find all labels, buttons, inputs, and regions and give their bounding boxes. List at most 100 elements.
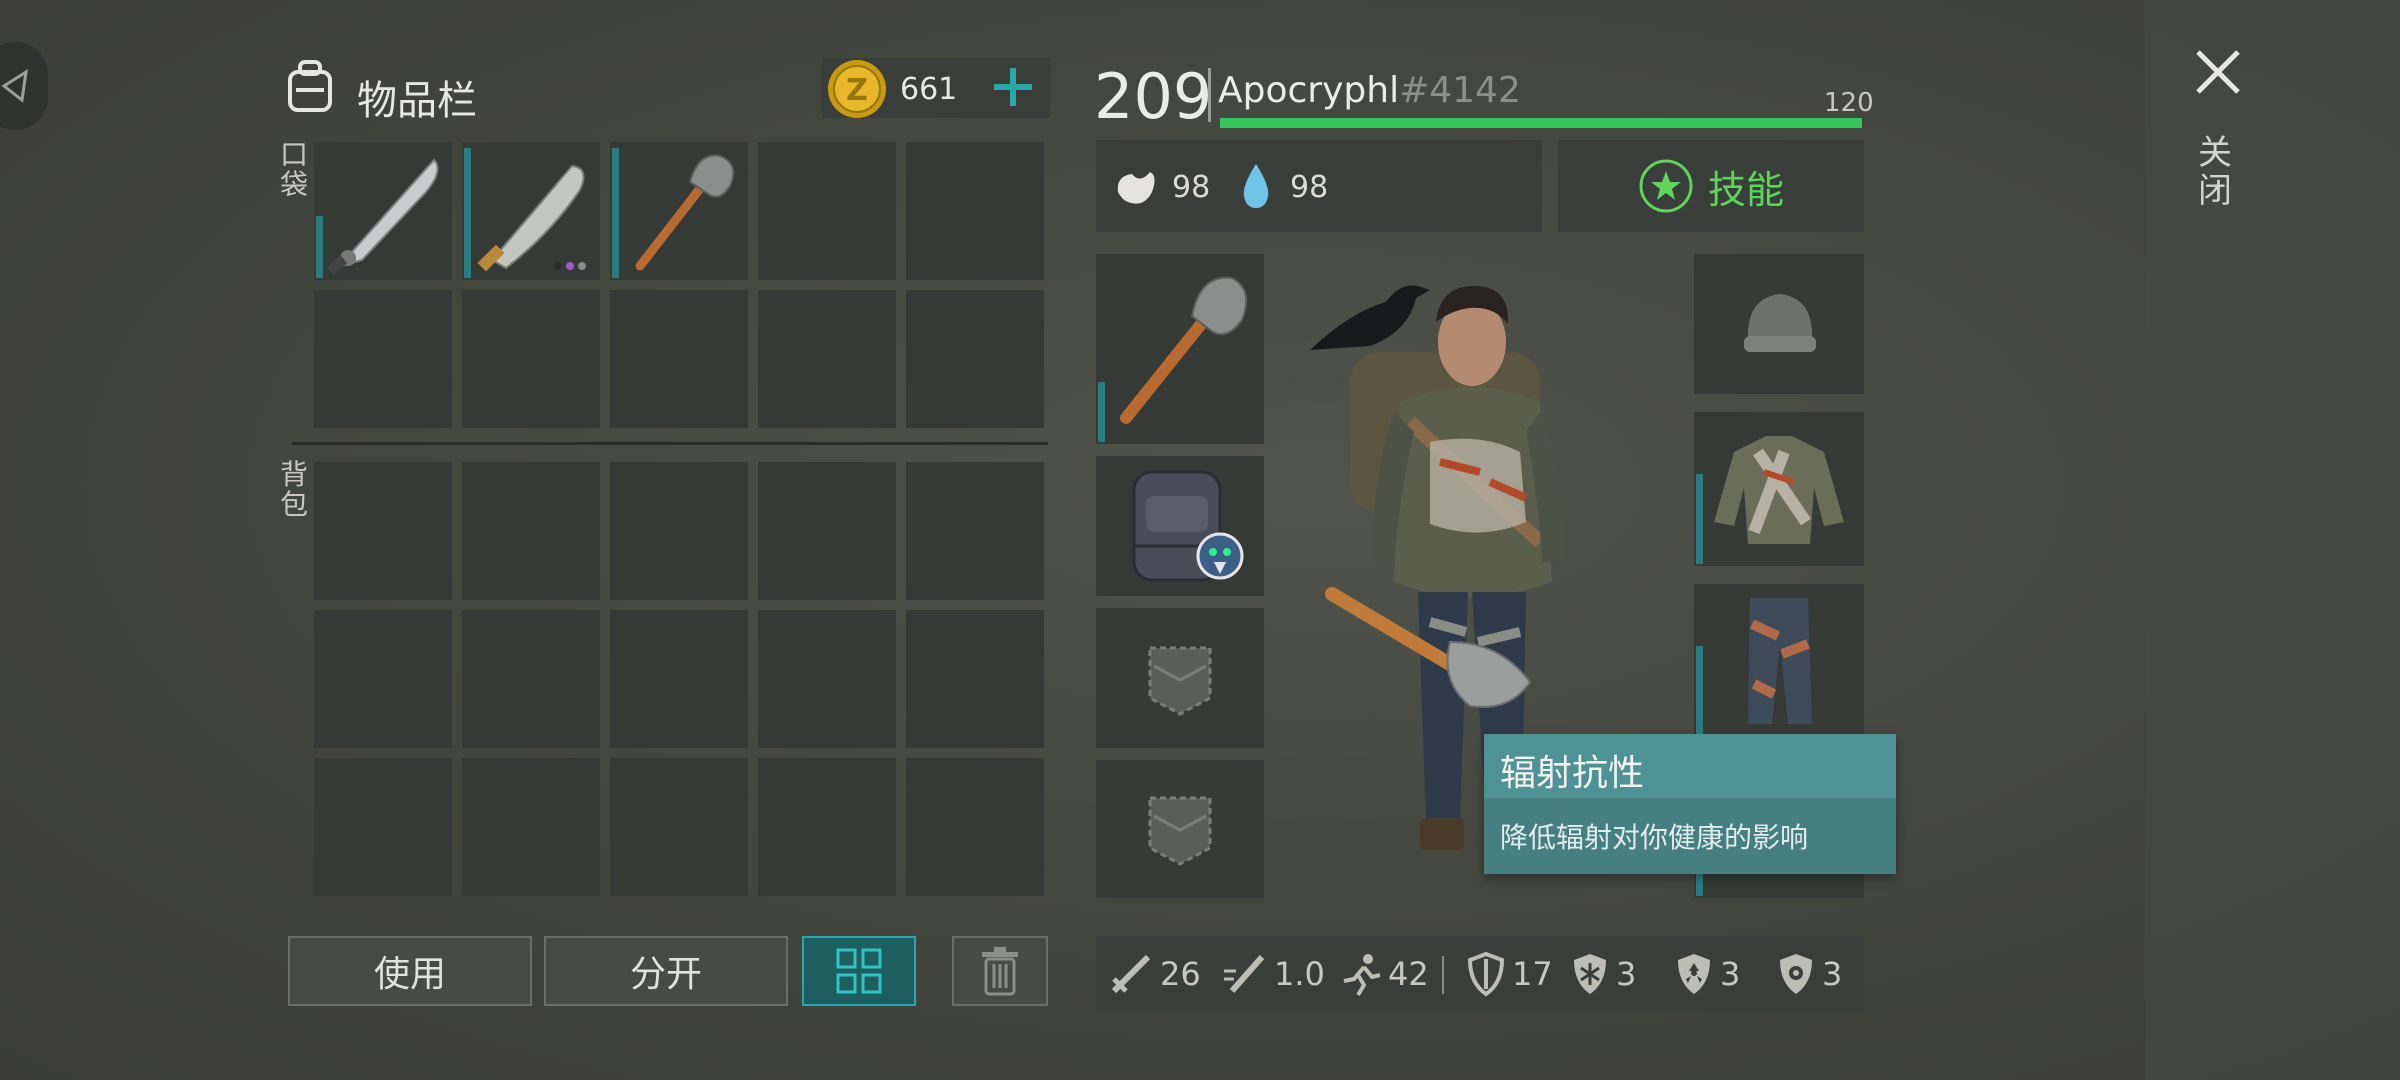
water-drop-icon [1238,160,1274,212]
pocket-slot[interactable] [906,142,1044,280]
player-name-line: Apocryphl#4142 [1218,70,1521,111]
level-divider [1208,68,1211,122]
tooltip: 辐射抗性 降低辐射对你健康的影响 [1484,734,1896,874]
backpack-slot[interactable] [314,758,452,896]
weapon-slot[interactable] [1096,254,1264,444]
pocket-slot[interactable] [314,142,452,280]
stats-divider [1442,956,1444,994]
attack-speed-stat: 1.0 [1222,946,1325,1002]
close-label: 关闭 [2198,133,2232,211]
pocket-slot[interactable] [314,290,452,428]
player-name: Apocryphl [1218,70,1400,111]
shovel-icon [1120,276,1248,424]
use-button[interactable]: 使用 [288,936,532,1006]
backpack-slot[interactable] [758,758,896,896]
skills-label: 技能 [1707,167,1784,212]
cold-resist-value: 3 [1616,955,1637,993]
backpack-slot[interactable] [906,758,1044,896]
radiation-shield-icon [1678,954,1710,994]
pockets-label: 口袋 [280,138,309,201]
head-slot[interactable] [1694,254,1864,394]
pocket-equip-slot[interactable] [1096,760,1264,898]
shield-icon [1467,951,1505,997]
snowflake-shield-icon [1574,954,1606,994]
pocket-icon [1148,646,1212,716]
right-side-strip [2145,0,2400,1080]
backpack-slot[interactable] [314,610,452,748]
backpack-slot[interactable] [462,610,600,748]
speed-stat: 42 [1336,946,1429,1002]
tooltip-description: 降低辐射对你健康的影响 [1484,798,1896,874]
damage-value: 26 [1160,955,1201,993]
backpack-slot[interactable] [462,758,600,896]
running-icon [1343,954,1381,997]
star-icon [1639,159,1693,213]
backpack-equip-slot[interactable] [1096,456,1264,596]
machete-icon [326,158,439,275]
backpack-icon [280,56,340,116]
torso-slot[interactable] [1694,412,1864,566]
xp-bar-track [1220,118,1862,128]
hunger-value: 98 [1172,170,1211,205]
tooltip-title: 辐射抗性 [1484,734,1896,798]
infection-resist-value: 3 [1822,955,1843,993]
delete-button[interactable] [952,936,1048,1006]
backpack-slot[interactable] [906,462,1044,600]
pocket-slot[interactable] [462,290,600,428]
shovel-icon [635,154,735,271]
backpack-slot[interactable] [314,462,452,600]
plus-icon [994,68,1032,106]
pocket-equip-slot[interactable] [1096,608,1264,748]
radiation-resist-value: 3 [1720,955,1741,993]
attack-speed-value: 1.0 [1274,955,1325,993]
tactical-backpack-icon [1132,470,1244,582]
radiation-resist-stat: 3 [1674,946,1740,1002]
cleaver-icon [477,164,586,272]
backpack-slot[interactable] [610,462,748,600]
sword-icon [1111,954,1151,994]
backpack-slot[interactable] [906,610,1044,748]
backpack-slot[interactable] [462,462,600,600]
trash-icon [982,947,1018,996]
armor-stat: 17 [1466,946,1553,1002]
cold-resist-stat: 3 [1570,946,1636,1002]
backpack-slot[interactable] [610,758,748,896]
split-button[interactable]: 分开 [544,936,788,1006]
add-coins-button[interactable] [990,64,1036,110]
backpack-slot[interactable] [610,610,748,748]
xp-bar-fill [1220,118,1862,128]
sort-grid-button[interactable] [802,936,916,1006]
close-icon [2196,50,2240,94]
pocket-slot[interactable] [758,290,896,428]
backpack-label: 背包 [280,458,309,521]
thirst-value: 98 [1290,170,1329,205]
jacket-icon [1714,436,1844,544]
crow [1310,285,1430,350]
swing-sword-icon [1224,955,1265,993]
section-divider [292,442,1048,445]
close-button[interactable]: 关闭 [2190,44,2246,214]
backpack-slot[interactable] [758,610,896,748]
pocket-icon [1148,796,1212,866]
damage-stat: 26 [1108,946,1201,1002]
coin-icon: Z [826,58,888,120]
pocket-slot[interactable] [758,142,896,280]
svg-text:Z: Z [846,73,868,108]
inventory-title: 物品栏 [357,78,477,124]
pocket-slot[interactable] [906,290,1044,428]
pocket-slot[interactable] [610,290,748,428]
biohazard-shield-icon [1780,954,1812,994]
player-tag: #4142 [1399,70,1521,111]
send-icon [1,68,28,103]
grid-icon [836,948,882,994]
pants-icon [1748,598,1812,724]
pocket-slot[interactable] [610,142,748,280]
speed-value: 42 [1388,955,1429,993]
skills-button[interactable]: 技能 [1558,140,1864,232]
stomach-icon [1112,162,1160,210]
coin-count: 661 [900,72,958,107]
side-menu-tab[interactable] [0,42,48,130]
pocket-slot[interactable] [462,142,600,280]
xp-max-label: 120 [1824,88,1874,118]
backpack-slot[interactable] [758,462,896,600]
